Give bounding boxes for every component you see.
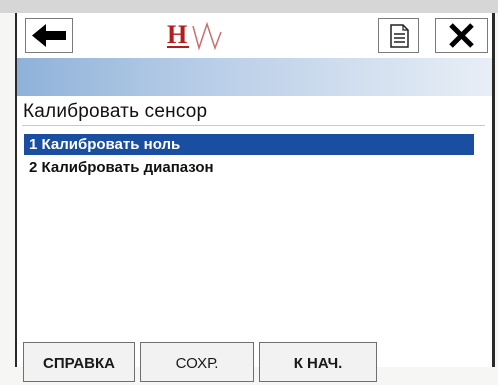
app-logo: H bbox=[165, 18, 243, 54]
home-button[interactable]: К НАЧ. bbox=[259, 342, 377, 382]
close-button[interactable] bbox=[435, 18, 488, 53]
toolbar: H bbox=[17, 13, 492, 58]
back-button[interactable] bbox=[25, 18, 73, 53]
help-button[interactable]: СПРАВКА bbox=[23, 342, 135, 382]
save-button[interactable]: СОХР. bbox=[140, 342, 254, 382]
menu-item-calibrate-range[interactable]: 2 Калибровать диапазон bbox=[24, 157, 474, 178]
header-gradient-bar bbox=[17, 58, 492, 96]
device-frame-right bbox=[492, 13, 495, 367]
arrow-left-icon bbox=[32, 24, 66, 47]
menu-item-calibrate-zero[interactable]: 1 Калибровать ноль bbox=[24, 134, 474, 155]
device-screen: H Калибровать сенсор 1 Калибровать ноль … bbox=[17, 13, 492, 382]
menu-list: 1 Калибровать ноль 2 Калибровать диапазо… bbox=[22, 125, 485, 342]
document-icon bbox=[390, 24, 409, 48]
close-icon bbox=[449, 23, 474, 48]
page-title: Калибровать сенсор bbox=[23, 101, 208, 122]
document-button[interactable] bbox=[378, 18, 419, 53]
softkey-bar: СПРАВКА СОХР. К НАЧ. bbox=[17, 342, 492, 382]
top-edge bbox=[0, 0, 498, 13]
logo-letter: H bbox=[167, 20, 187, 49]
